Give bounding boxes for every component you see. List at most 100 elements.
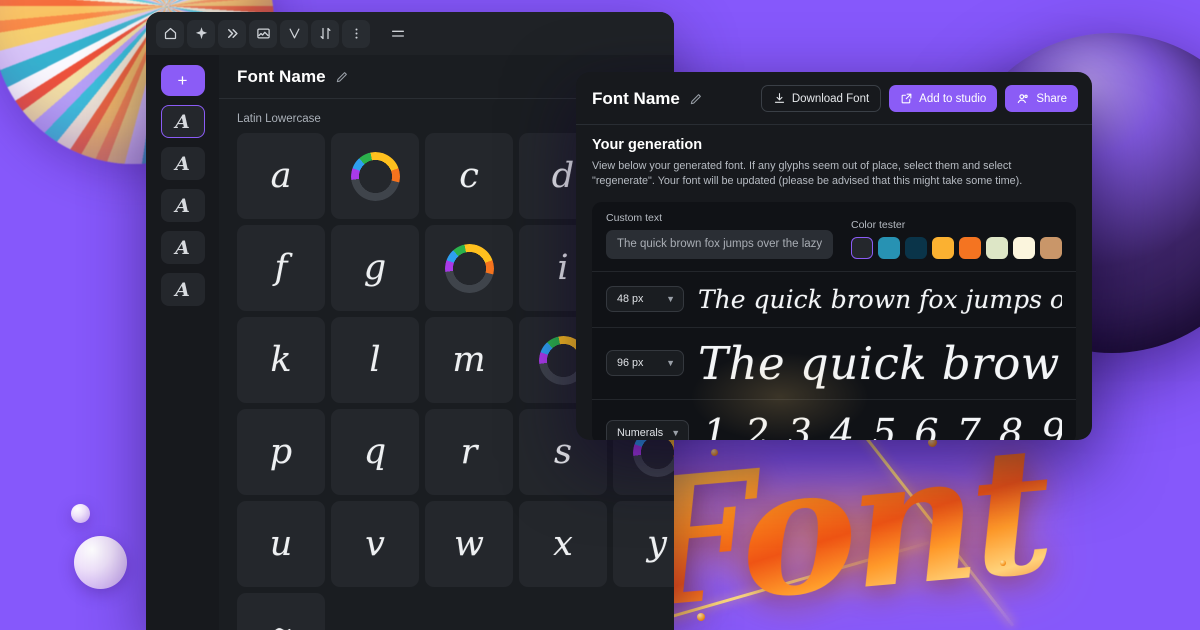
glyph-char: s [554,431,572,472]
glyph-cell[interactable]: m [425,317,513,403]
preview-row: 96 px ▼ The quick brown fox jumps [592,328,1076,400]
glyph-char: i [557,247,569,288]
glyph-cell[interactable]: l [331,317,419,403]
glyph-char: u [269,523,293,564]
glyph-char: x [553,523,573,564]
preview-text-numerals: 1 2 3 4 5 6 7 8 9 0 [703,410,1062,440]
glyph-cell[interactable]: g [331,225,419,311]
color-swatch-1[interactable] [851,236,873,259]
external-link-icon [900,92,913,105]
home-icon[interactable] [156,19,184,48]
v-icon[interactable] [280,19,308,48]
glyph-char: w [454,523,484,564]
custom-text-label: Custom text [606,211,663,224]
add-variant-button[interactable]: + [160,65,205,96]
glyph-char: l [369,339,381,380]
chevron-down-icon: ▼ [666,294,675,305]
sort-arrows-icon[interactable] [311,19,339,48]
size-dropdown-48[interactable]: 48 px ▼ [606,286,684,313]
glyph-cell[interactable]: w [425,501,513,587]
glyph-cell[interactable]: r [425,409,513,495]
variant-thumb-4[interactable]: A [160,231,205,264]
glyph-cell[interactable]: k [237,317,325,403]
color-swatch-5[interactable] [959,236,981,259]
preview-card: Custom text Color tester 48 px ▼ The qui… [592,201,1076,440]
glyph-cell[interactable]: z [237,593,325,630]
color-swatch-4[interactable] [932,236,954,259]
share-people-icon [1016,92,1030,106]
size-dropdown-48-label: 48 px [617,293,644,306]
app-toolbar [146,12,674,55]
download-font-label: Download Font [791,92,870,105]
glyph-char: d [551,155,575,196]
size-dropdown-96-label: 96 px [617,357,644,370]
glyph-cell[interactable]: c [425,133,513,219]
add-to-studio-label: Add to studio [919,92,987,105]
color-tester-label: Color tester [851,218,906,231]
preview-controls: Custom text Color tester [592,202,1076,272]
glyph-variant-sidebar: + A A A A A [146,55,219,630]
download-font-button[interactable]: Download Font [760,85,882,112]
color-swatch-8[interactable] [1040,236,1062,259]
share-label: Share [1036,92,1067,105]
size-dropdown-96[interactable]: 96 px ▼ [606,350,684,377]
panel-description: View below your generated font. If any g… [592,160,1023,188]
droplet-icon [711,449,718,456]
glyph-char: r [460,431,478,472]
glyph-char: a [270,155,292,196]
download-icon [773,92,786,105]
variant-thumb-5[interactable]: A [160,273,205,306]
glyph-char: c [459,155,479,196]
variant-thumb-1[interactable]: A [160,105,205,138]
share-button[interactable]: Share [1005,85,1078,112]
numerals-dropdown-label: Numerals [617,426,664,439]
preview-row: 48 px ▼ The quick brown fox jumps over t… [592,272,1076,328]
loading-spinner-icon [444,243,494,293]
glyph-cell[interactable] [425,225,513,311]
color-swatch-3[interactable] [905,236,927,259]
image-icon[interactable] [249,19,277,48]
glyph-cell[interactable]: p [237,409,325,495]
glyph-cell[interactable]: y [613,501,674,587]
glyph-cell[interactable]: x [519,501,607,587]
panel-body: Your generation View below your generate… [576,125,1092,440]
loading-spinner-icon [350,151,400,201]
glyph-char: y [647,523,667,564]
panel-action-buttons: Download Font Add to studio Share [760,85,1078,112]
preview-text-96: The quick brown fox jumps [698,336,1062,390]
glyph-cell[interactable]: v [331,501,419,587]
add-to-studio-button[interactable]: Add to studio [889,85,998,112]
variant-thumb-2[interactable]: A [160,147,205,180]
droplet-icon [697,613,705,621]
glyph-cell[interactable]: q [331,409,419,495]
glyph-cell[interactable]: a [237,133,325,219]
sparkle-icon[interactable] [187,19,215,48]
chevron-down-icon: ▼ [671,427,681,438]
hamburger-menu-icon[interactable] [384,20,412,48]
generation-panel: Font Name Download Font Add to studio Sh… [576,72,1092,440]
glyph-cell[interactable] [331,133,419,219]
chevrons-right-icon[interactable] [218,19,246,48]
pencil-icon[interactable] [335,70,349,84]
variant-thumb-3[interactable]: A [160,189,205,222]
color-swatch-2[interactable] [878,236,900,259]
glyph-char: m [452,339,486,380]
color-swatch-7[interactable] [1013,236,1035,259]
glyph-cell[interactable]: f [237,225,325,311]
preview-row: Numerals ▼ 1 2 3 4 5 6 7 8 9 0 [592,400,1076,440]
pencil-icon[interactable] [689,92,703,106]
preview-text-48: The quick brown fox jumps over the lazy … [698,284,1062,314]
glyph-char: z [272,618,290,630]
numerals-dropdown[interactable]: Numerals ▼ [606,419,690,440]
small-sphere-icon [74,536,127,589]
panel-heading: Your generation [592,137,703,153]
custom-text-input[interactable] [606,229,833,259]
glyph-cell[interactable]: u [237,501,325,587]
kebab-menu-icon[interactable] [342,19,370,48]
chevron-down-icon: ▼ [666,358,675,369]
color-swatch-list [851,236,1062,259]
decor-font-word: Font [623,408,1069,630]
color-swatch-6[interactable] [986,236,1008,259]
glyph-char: k [270,339,292,380]
glyph-char: v [365,523,385,564]
